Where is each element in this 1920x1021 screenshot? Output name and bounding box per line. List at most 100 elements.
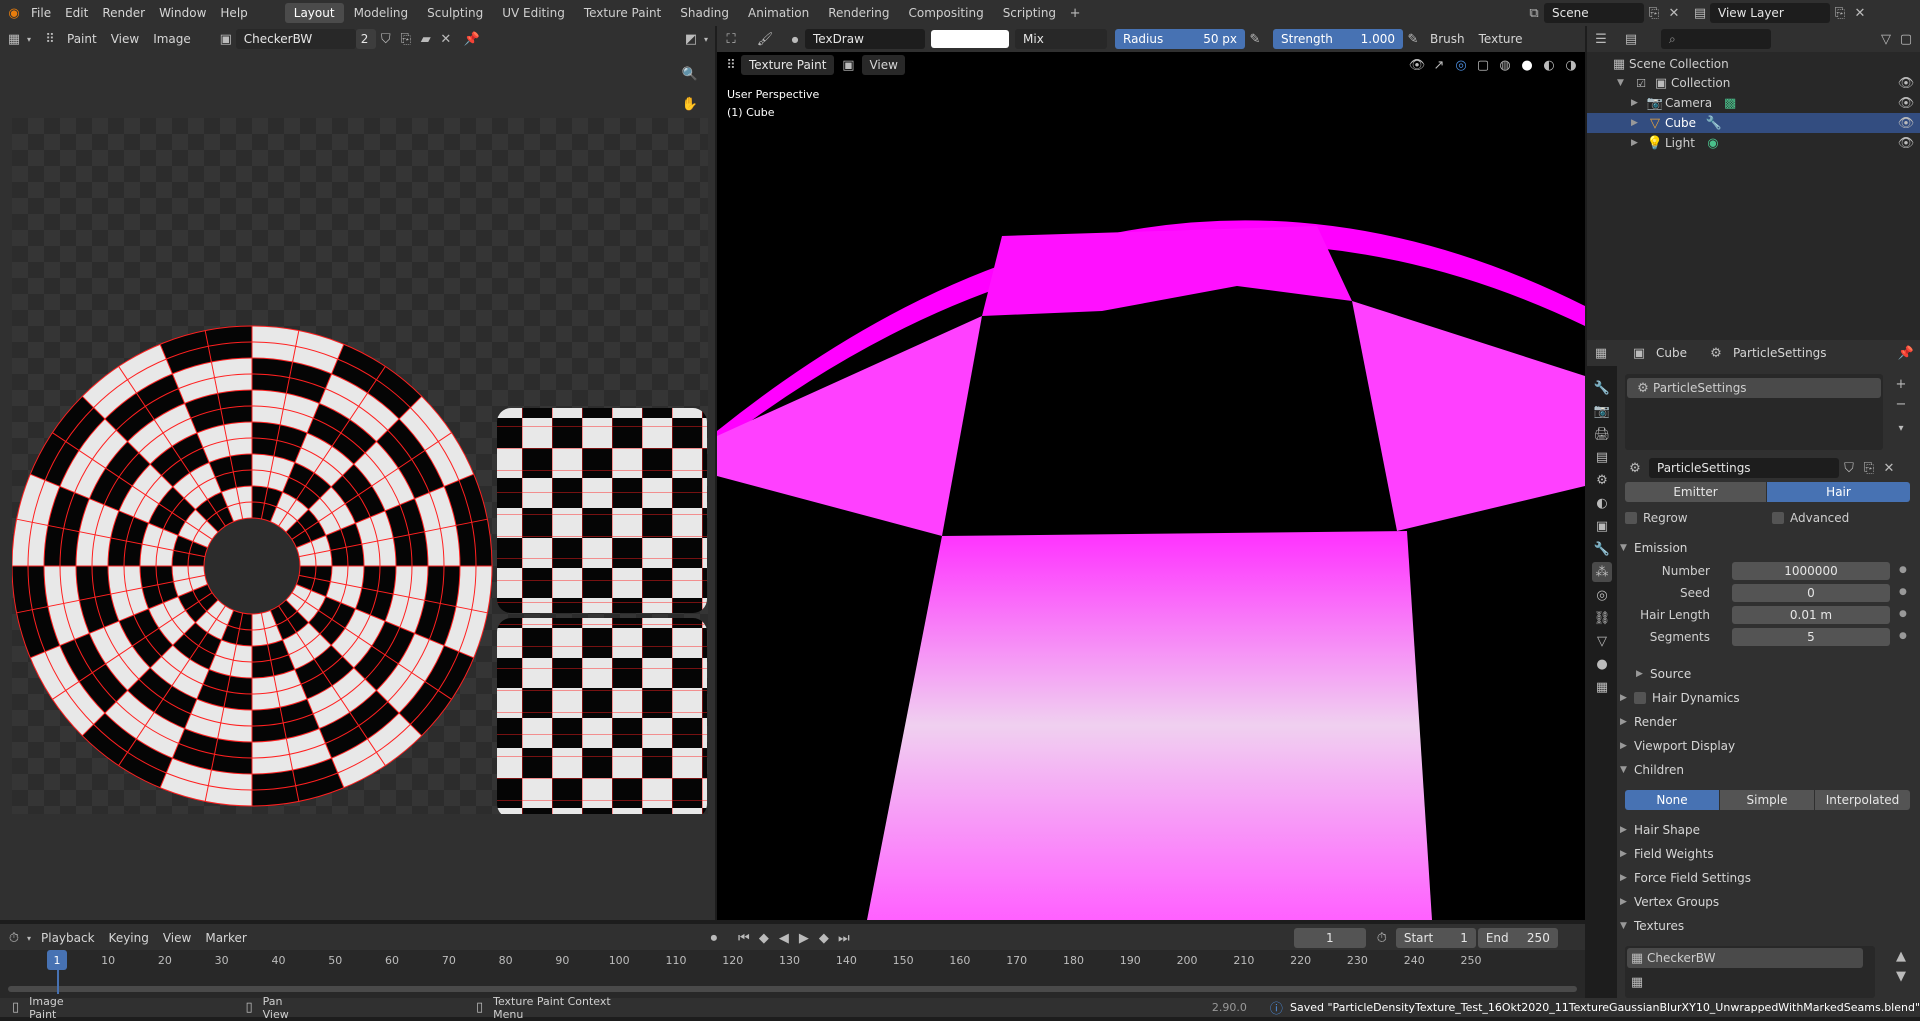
tab-animation[interactable]: Animation — [739, 3, 818, 23]
material-shading-icon[interactable]: ◐ — [1539, 55, 1559, 75]
move-up-icon[interactable]: ▲ — [1891, 946, 1911, 966]
eye-icon[interactable]: 👁 — [1896, 73, 1916, 93]
segments-field[interactable]: 5 — [1732, 628, 1890, 646]
blender-logo-icon[interactable]: ◉ — [4, 3, 24, 23]
display-mode-icon[interactable]: ▤ — [1621, 29, 1641, 49]
properties-tab-physics-icon[interactable]: ◎ — [1592, 585, 1612, 605]
number-field[interactable]: 1000000 — [1732, 562, 1890, 580]
next-keyframe-icon[interactable]: ◆ — [814, 928, 834, 948]
radius-slider[interactable]: Radius 50 px — [1115, 29, 1245, 49]
properties-tab-scene-icon[interactable]: ⚙ — [1592, 470, 1612, 490]
menu-image-view[interactable]: View — [104, 29, 146, 49]
properties-tab-modifier-icon[interactable]: 🔧 — [1592, 539, 1612, 559]
texture-slot-item[interactable]: ▦ CheckerBW — [1627, 948, 1863, 968]
breadcrumb-particles[interactable]: ParticleSettings — [1726, 343, 1834, 363]
camera-data-icon[interactable]: ▩ — [1720, 93, 1740, 113]
properties-tab-object-icon[interactable]: ▣ — [1592, 516, 1612, 536]
add-slot-icon[interactable]: + — [1891, 374, 1911, 394]
tab-sculpting[interactable]: Sculpting — [418, 3, 492, 23]
new-collection-icon[interactable]: ▢ — [1896, 29, 1916, 49]
section-emission[interactable]: ▼ Emission — [1620, 538, 1687, 558]
pin-icon[interactable]: 📌 — [462, 29, 482, 49]
record-icon[interactable]: ⏺ — [704, 928, 724, 948]
uv-canvas[interactable] — [12, 118, 708, 814]
marker-menu[interactable]: Marker — [198, 928, 253, 948]
filter-icon[interactable]: ▽ — [1876, 29, 1896, 49]
keying-menu[interactable]: Keying — [102, 928, 156, 948]
brush-menu[interactable]: Brush — [1423, 29, 1472, 49]
section-viewport-display[interactable]: ▶ Viewport Display — [1620, 736, 1735, 756]
new-scene-icon[interactable]: ⎘ — [1644, 3, 1664, 23]
outliner-collection[interactable]: ▼ ☑ ▣ Collection 👁 — [1617, 73, 1920, 93]
brush-color-swatch[interactable] — [931, 30, 1009, 48]
open-image-icon[interactable]: ▰ — [416, 29, 436, 49]
hand-pan-icon[interactable]: ✋ — [680, 94, 700, 114]
checkbox-icon[interactable] — [1634, 692, 1646, 704]
tab-children-simple[interactable]: Simple — [1720, 790, 1814, 810]
eye-icon[interactable]: 👁 — [1896, 133, 1916, 153]
editor-type-icon[interactable]: ▦ — [4, 29, 24, 49]
particle-datablock-field[interactable]: ParticleSettings — [1649, 458, 1839, 478]
properties-tab-particles-icon[interactable]: ⁂ — [1592, 562, 1612, 582]
chevron-down-icon[interactable]: ▼ — [1617, 78, 1631, 88]
section-hair-dynamics[interactable]: ▶ Hair Dynamics — [1620, 688, 1740, 708]
stopwatch-icon[interactable]: ⏱ — [1372, 928, 1392, 948]
display-channels-icon[interactable]: ◩ — [681, 29, 701, 49]
unlink-icon[interactable]: ✕ — [1879, 458, 1899, 478]
current-frame-field[interactable]: 1 — [1293, 928, 1366, 948]
duplicate-icon[interactable]: ⎘ — [1859, 458, 1879, 478]
menu-help[interactable]: Help — [213, 3, 254, 23]
particle-slot-list[interactable]: ⚙ ParticleSettings — [1625, 374, 1883, 450]
tab-children-none[interactable]: None — [1625, 790, 1719, 810]
modifier-wrench-icon[interactable]: 🔧 — [1704, 113, 1724, 133]
checkbox-icon[interactable]: ☑ — [1631, 73, 1651, 93]
remove-slot-icon[interactable]: − — [1891, 394, 1911, 414]
timeline-view-menu[interactable]: View — [156, 928, 198, 948]
remove-view-layer-icon[interactable]: ✕ — [1850, 3, 1870, 23]
outliner-item-camera[interactable]: ▶ 📷 Camera ▩ 👁 — [1587, 93, 1920, 113]
fake-user-icon[interactable]: ⛉ — [1839, 458, 1859, 478]
tab-compositing[interactable]: Compositing — [899, 3, 992, 23]
add-workspace-icon[interactable]: + — [1065, 3, 1085, 23]
section-hair-shape[interactable]: ▶ Hair Shape — [1620, 820, 1700, 840]
chevron-right-icon[interactable]: ▶ — [1631, 118, 1645, 128]
viewport-canvas[interactable] — [717, 146, 1585, 920]
tab-layout[interactable]: Layout — [284, 3, 344, 23]
chevron-right-icon[interactable]: ▶ — [1631, 98, 1645, 108]
properties-tab-texture-icon[interactable]: ▦ — [1592, 677, 1612, 697]
chevron-down-icon[interactable]: ▾ — [1891, 418, 1911, 438]
properties-tab-constraints-icon[interactable]: ⛓ — [1592, 608, 1612, 628]
jump-end-icon[interactable]: ⏭ — [834, 928, 854, 948]
xray-icon[interactable]: ▢ — [1473, 55, 1493, 75]
section-field-weights[interactable]: ▶ Field Weights — [1620, 844, 1714, 864]
regrow-checkbox[interactable]: Regrow — [1625, 508, 1688, 528]
play-icon[interactable]: ▶ — [794, 928, 814, 948]
tab-scripting[interactable]: Scripting — [994, 3, 1065, 23]
outliner-scene-collection[interactable]: ▦ Scene Collection — [1609, 54, 1729, 74]
menu-file[interactable]: File — [24, 3, 58, 23]
menu-edit[interactable]: Edit — [58, 3, 95, 23]
texture-slot-list[interactable]: ▦ CheckerBW ▦ — [1625, 946, 1875, 998]
editor-type-icon[interactable]: ⛶ — [721, 29, 741, 49]
image-browse-icon[interactable]: ▣ — [216, 29, 236, 49]
new-view-layer-icon[interactable]: ⎘ — [1830, 3, 1850, 23]
image-users-count[interactable]: 2 — [355, 29, 376, 49]
texture-menu[interactable]: Texture — [1472, 29, 1530, 49]
menu-render[interactable]: Render — [95, 3, 152, 23]
light-data-icon[interactable]: ◉ — [1703, 133, 1723, 153]
section-textures[interactable]: ▼ Textures — [1620, 916, 1684, 936]
keyframe-dot-icon[interactable]: ● — [1899, 609, 1907, 619]
start-frame-field[interactable]: Start 1 — [1395, 928, 1476, 948]
overlay-icon[interactable]: ◎ — [1451, 55, 1471, 75]
keyframe-dot-icon[interactable]: ● — [1899, 631, 1907, 641]
wireframe-shading-icon[interactable]: ◍ — [1495, 55, 1515, 75]
pressure-icon[interactable]: ✎ — [1403, 29, 1423, 49]
section-children[interactable]: ▼ Children — [1620, 760, 1684, 780]
properties-tab-output-icon[interactable]: 🖨 — [1592, 424, 1612, 444]
zoom-icon[interactable]: 🔍 — [680, 64, 700, 84]
move-down-icon[interactable]: ▼ — [1891, 966, 1911, 986]
viewport-shading-toggle-icon[interactable]: ▣ — [838, 55, 858, 75]
tab-hair[interactable]: Hair — [1767, 482, 1910, 502]
hair-length-field[interactable]: 0.01 m — [1732, 606, 1890, 624]
seed-field[interactable]: 0 — [1732, 584, 1890, 602]
